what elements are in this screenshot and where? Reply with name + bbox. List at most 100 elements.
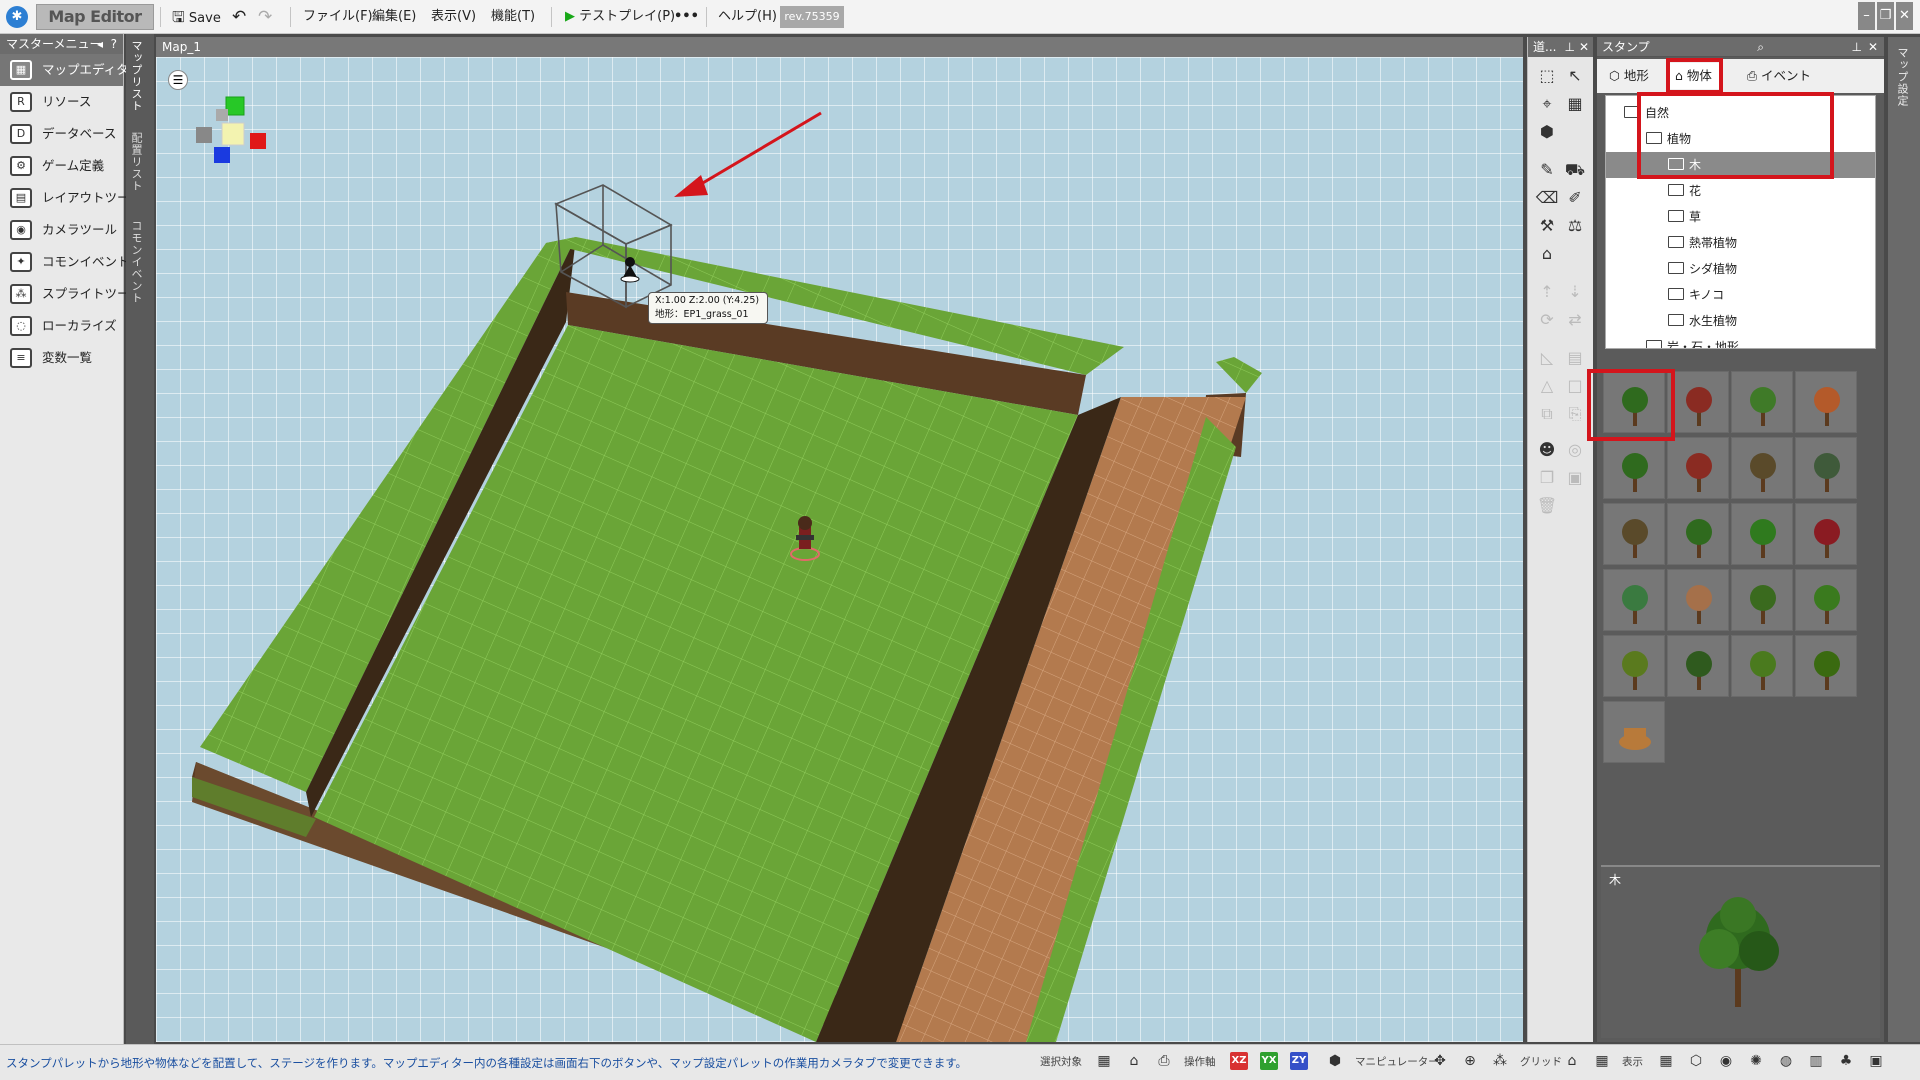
master-menu-item[interactable]: D データベース bbox=[0, 118, 123, 150]
select-object-icon[interactable]: ⌂ bbox=[1124, 1051, 1144, 1071]
select-tool-icon[interactable]: ⬚ bbox=[1534, 63, 1560, 89]
manipulator-rotate-icon[interactable]: ⊕ bbox=[1460, 1051, 1480, 1071]
scale-tool-icon[interactable]: ⚖ bbox=[1562, 213, 1588, 239]
map-scene[interactable] bbox=[156, 57, 1523, 1042]
stamp-item[interactable] bbox=[1731, 569, 1793, 631]
close-icon[interactable]: ✕ bbox=[1579, 37, 1589, 57]
stamp-item[interactable] bbox=[1667, 569, 1729, 631]
tree-node[interactable]: 草 bbox=[1606, 204, 1875, 230]
pen-tool-icon[interactable]: ✎ bbox=[1534, 157, 1560, 183]
axis-zy-button[interactable]: ZY bbox=[1290, 1052, 1308, 1070]
maximize-button[interactable]: ❐ bbox=[1877, 2, 1894, 30]
more-button[interactable]: ••• bbox=[674, 5, 699, 29]
event-tool-icon[interactable]: ☻ bbox=[1534, 437, 1560, 463]
close-window-button[interactable]: ✕ bbox=[1896, 2, 1913, 30]
eraser-tool-icon[interactable]: ⌫ bbox=[1534, 185, 1560, 211]
menu-edit[interactable]: 編集(E) bbox=[372, 5, 416, 29]
stamp-item[interactable] bbox=[1603, 437, 1665, 499]
stamp-item[interactable] bbox=[1603, 569, 1665, 631]
tree-node[interactable]: 水生植物 bbox=[1606, 308, 1875, 334]
display-box-icon[interactable]: ▣ bbox=[1866, 1051, 1886, 1071]
eyedropper-tool-icon[interactable]: ✐ bbox=[1562, 185, 1588, 211]
menu-help[interactable]: ヘルプ(H) bbox=[718, 5, 777, 29]
display-layer-icon[interactable]: ▥ bbox=[1806, 1051, 1826, 1071]
menu-view[interactable]: 表示(V) bbox=[431, 5, 476, 29]
display-sphere-icon[interactable]: ◍ bbox=[1776, 1051, 1796, 1071]
menu-file[interactable]: ファイル(F) bbox=[303, 5, 373, 29]
tree-node[interactable]: シダ植物 bbox=[1606, 256, 1875, 282]
stamp-item[interactable] bbox=[1667, 635, 1729, 697]
copy-tool-icon[interactable]: ⧉ bbox=[1534, 401, 1560, 427]
pin-icon[interactable]: ⊥ bbox=[1852, 37, 1862, 57]
delete-tool-icon[interactable]: 🗑 bbox=[1534, 493, 1560, 519]
stamp-item[interactable] bbox=[1731, 371, 1793, 433]
hammer-tool-icon[interactable]: ⚒ bbox=[1534, 213, 1560, 239]
manipulator-icon[interactable]: ⬢ bbox=[1325, 1051, 1345, 1071]
lasso-tool-icon[interactable]: ⌖ bbox=[1534, 91, 1560, 117]
minimize-button[interactable]: – bbox=[1858, 2, 1875, 30]
stamp-item[interactable] bbox=[1603, 635, 1665, 697]
slope-tool-icon[interactable]: ◺ bbox=[1534, 345, 1560, 371]
display-tree-icon[interactable]: ♣ bbox=[1836, 1051, 1856, 1071]
lower-tool-icon[interactable]: ⇣ bbox=[1562, 279, 1588, 305]
display-grid-icon[interactable]: ▦ bbox=[1656, 1051, 1676, 1071]
grid-select-icon[interactable]: ▦ bbox=[1562, 91, 1588, 117]
tree-node[interactable]: 岩・石・地形 bbox=[1606, 334, 1875, 348]
stamp-item[interactable] bbox=[1795, 503, 1857, 565]
select-event-icon[interactable]: ⎙ bbox=[1154, 1051, 1174, 1071]
object-tool-icon[interactable]: ⌂ bbox=[1534, 241, 1560, 267]
layer-tool-icon[interactable]: ▤ bbox=[1562, 345, 1588, 371]
stamp-item[interactable] bbox=[1731, 503, 1793, 565]
flip-tool-icon[interactable]: ⇄ bbox=[1562, 307, 1588, 333]
undo-icon[interactable]: ↶ bbox=[232, 5, 246, 29]
stamp-item[interactable] bbox=[1667, 437, 1729, 499]
master-menu-item[interactable]: ▤ レイアウトツール bbox=[0, 182, 142, 214]
help-icon[interactable]: ? bbox=[111, 34, 117, 54]
stamp-item[interactable] bbox=[1731, 635, 1793, 697]
axis-yx-button[interactable]: YX bbox=[1260, 1052, 1278, 1070]
display-light-icon[interactable]: ✺ bbox=[1746, 1051, 1766, 1071]
stamp-item[interactable] bbox=[1795, 437, 1857, 499]
manipulator-move-icon[interactable]: ✥ bbox=[1430, 1051, 1450, 1071]
master-menu-item[interactable]: ≡ 変数一覧 bbox=[0, 342, 123, 374]
square-tool-icon[interactable]: □ bbox=[1562, 373, 1588, 399]
save-button[interactable]: 🖫 Save bbox=[172, 5, 221, 29]
tree-node[interactable]: 花 bbox=[1606, 178, 1875, 204]
tab-map-list[interactable]: マップリスト bbox=[128, 40, 144, 112]
search-icon[interactable]: ⌕ bbox=[1757, 37, 1764, 57]
master-menu-item[interactable]: ⁂ スプライトツール bbox=[0, 278, 142, 310]
display-cube-icon[interactable]: ⬡ bbox=[1686, 1051, 1706, 1071]
shape-tool-icon[interactable]: △ bbox=[1534, 373, 1560, 399]
master-menu-item[interactable]: ◉ カメラツール bbox=[0, 214, 123, 246]
master-menu-item[interactable]: ⚙ ゲーム定義 bbox=[0, 150, 123, 182]
stamp-item[interactable] bbox=[1603, 503, 1665, 565]
stamp-item[interactable] bbox=[1795, 569, 1857, 631]
manipulator-scale-icon[interactable]: ⁂ bbox=[1490, 1051, 1510, 1071]
stamp-item[interactable] bbox=[1667, 371, 1729, 433]
collapse-icon[interactable]: ◂ bbox=[97, 34, 103, 54]
tree-node[interactable]: キノコ bbox=[1606, 282, 1875, 308]
menu-function[interactable]: 機能(T) bbox=[491, 5, 535, 29]
target-tool-icon[interactable]: ◎ bbox=[1562, 437, 1588, 463]
rotate-tool-icon[interactable]: ⟳ bbox=[1534, 307, 1560, 333]
master-menu-item[interactable]: ◌ ローカライズ bbox=[0, 310, 123, 342]
stamp-item[interactable] bbox=[1731, 437, 1793, 499]
stamp-item[interactable] bbox=[1795, 371, 1857, 433]
map-viewport[interactable]: ☰ X:1.00 Z:2.00 (Y:4.25) 地形：EP1_grass_01 bbox=[156, 57, 1523, 1042]
tab-map-settings[interactable]: マップ設定 bbox=[1894, 47, 1910, 107]
tree-node[interactable]: 熱帯植物 bbox=[1606, 230, 1875, 256]
axis-xz-button[interactable]: XZ bbox=[1230, 1052, 1248, 1070]
display-camera-icon[interactable]: ◉ bbox=[1716, 1051, 1736, 1071]
axis-gizmo[interactable] bbox=[196, 96, 266, 163]
tab-terrain[interactable]: ⬡ 地形 bbox=[1609, 63, 1649, 89]
duplicate-tool-icon[interactable]: ❐ bbox=[1534, 465, 1560, 491]
stamp-item[interactable] bbox=[1795, 635, 1857, 697]
cube-tool-icon[interactable]: ⬢ bbox=[1534, 119, 1560, 145]
redo-icon[interactable]: ↷ bbox=[258, 5, 272, 29]
grid-settings-icon[interactable]: ▦ bbox=[1592, 1051, 1612, 1071]
clipboard-tool-icon[interactable]: ▣ bbox=[1562, 465, 1588, 491]
stamp-item[interactable] bbox=[1667, 503, 1729, 565]
viewport-menu-icon[interactable]: ☰ bbox=[168, 70, 188, 90]
master-menu-item[interactable]: ✦ コモンイベント bbox=[0, 246, 130, 278]
master-menu-item[interactable]: R リソース bbox=[0, 86, 123, 118]
